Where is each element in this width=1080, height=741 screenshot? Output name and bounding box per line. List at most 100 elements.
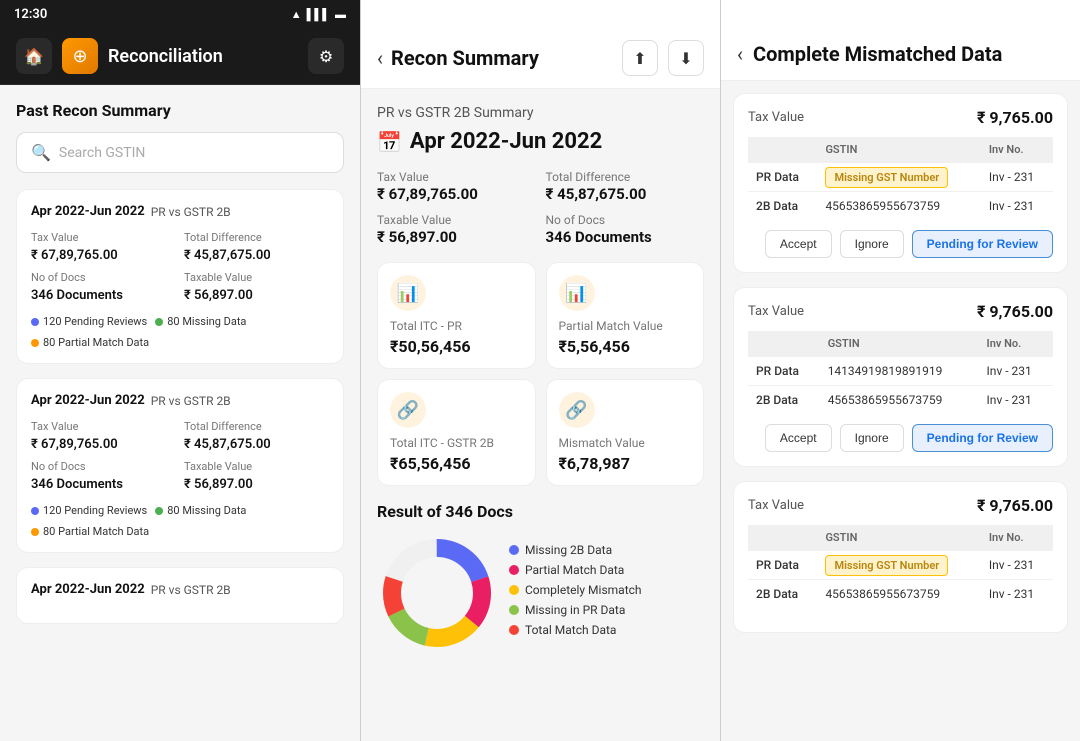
donut-chart <box>377 533 497 653</box>
legend-label-1: Partial Match Data <box>525 563 624 577</box>
pr-inv-3: Inv - 231 <box>981 551 1053 580</box>
legend-dot-pink <box>509 565 519 575</box>
panel2-actions: ⬆ ⬇ <box>622 40 704 76</box>
mismatch-label: Mismatch Value <box>559 436 692 450</box>
itc-grid: 📊 Total ITC - PR ₹50,56,456 📊 Partial Ma… <box>377 262 704 486</box>
status-bar-3: 12:30 ▲ ▌▌▌ ▬ <box>721 0 1080 28</box>
download-button[interactable]: ⬇ <box>668 40 704 76</box>
card2-tax-label: Tax Value <box>31 420 176 433</box>
card3-type: PR vs GSTR 2B <box>151 583 231 597</box>
panel-mismatched: 12:30 ▲ ▌▌▌ ▬ ‹ Complete Mismatched Data… <box>720 0 1080 741</box>
app-title: Reconciliation <box>108 46 223 67</box>
th-empty-1 <box>748 137 817 163</box>
summary-tax-label: Tax Value <box>377 170 536 184</box>
back-button-2[interactable]: ‹ <box>377 46 383 70</box>
pending-button-1[interactable]: Pending for Review <box>912 230 1053 258</box>
card2-grid: Tax Value ₹ 67,89,765.00 Total Differenc… <box>31 420 329 492</box>
ignore-button-1[interactable]: Ignore <box>840 230 904 258</box>
back-button-3[interactable]: ‹ <box>737 42 743 66</box>
card1-grid: Tax Value ₹ 67,89,765.00 Total Differenc… <box>31 231 329 303</box>
signal-icon-3: ▌▌▌ <box>1027 8 1050 21</box>
summary-taxable-value: ₹ 56,897.00 <box>377 228 457 246</box>
wifi-icon: ▲ <box>291 8 302 21</box>
recon-card-1-header: Apr 2022-Jun 2022 PR vs GSTR 2B <box>31 204 329 219</box>
table-row-pr-3: PR Data Missing GST Number Inv - 231 <box>748 551 1053 580</box>
search-input[interactable]: Search GSTIN <box>59 145 145 161</box>
legend-dot-green <box>509 605 519 615</box>
pending-button-2[interactable]: Pending for Review <box>912 424 1053 452</box>
battery-icon: ▬ <box>335 8 346 21</box>
legend-label-4: Total Match Data <box>525 623 616 637</box>
recon-card-2-header: Apr 2022-Jun 2022 PR vs GSTR 2B <box>31 393 329 408</box>
accept-button-2[interactable]: Accept <box>765 424 832 452</box>
card2-tag1: 120 Pending Reviews <box>31 504 147 517</box>
status-icons-2: ▲ ▌▌▌ ▬ <box>651 8 706 21</box>
pr-inv-2: Inv - 231 <box>979 357 1053 386</box>
time-2: 12:30 <box>375 7 408 22</box>
partial-match-icon: 📊 <box>559 275 595 311</box>
legend-dot-red <box>509 625 519 635</box>
status-bar-1: 12:30 ▲ ▌▌▌ ▬ <box>0 0 360 28</box>
tax-amount-1: ₹ 9,765.00 <box>977 108 1053 127</box>
pr-label-2: PR Data <box>748 357 820 386</box>
mismatch-card: 🔗 Mismatch Value ₹6,78,987 <box>546 379 705 486</box>
signal-icon: ▌▌▌ <box>307 8 330 21</box>
time-3: 12:30 <box>735 7 768 22</box>
th-empty-3 <box>748 525 817 551</box>
summary-diff-value: ₹ 45,87,675.00 <box>546 185 647 203</box>
panel2-content: PR vs GSTR 2B Summary 📅 Apr 2022-Jun 202… <box>361 89 720 741</box>
mismatch-card-2: Tax Value ₹ 9,765.00 GSTIN Inv No. PR Da… <box>733 287 1068 467</box>
table-row-pr-2: PR Data 14134919819891919 Inv - 231 <box>748 357 1053 386</box>
card2-docs-value: 346 Documents <box>31 477 123 492</box>
app-header-left: 🏠 ⊕ Reconciliation <box>16 38 223 74</box>
recon-card-3[interactable]: Apr 2022-Jun 2022 PR vs GSTR 2B <box>16 567 344 624</box>
pr-label-1: PR Data <box>748 163 817 192</box>
card2-tag2: 80 Missing Data <box>155 504 246 517</box>
tax-amount-3: ₹ 9,765.00 <box>977 496 1053 515</box>
legend-item-0: Missing 2B Data <box>509 543 704 557</box>
card1-docs-value: 346 Documents <box>31 288 123 303</box>
recon-card-1[interactable]: Apr 2022-Jun 2022 PR vs GSTR 2B Tax Valu… <box>16 189 344 364</box>
pr-gstin-1: Missing GST Number <box>817 163 980 192</box>
mismatch-icon: 🔗 <box>559 392 595 428</box>
legend-item-4: Total Match Data <box>509 623 704 637</box>
panel2-title: Recon Summary <box>391 46 539 70</box>
summary-tax-value: ₹ 67,89,765.00 <box>377 185 478 203</box>
app-header: 🏠 ⊕ Reconciliation ⚙ <box>0 28 360 85</box>
legend-item-3: Missing in PR Data <box>509 603 704 617</box>
missing-gstin-badge-1: Missing GST Number <box>825 167 948 188</box>
section-title: Past Recon Summary <box>16 101 344 120</box>
ignore-button-2[interactable]: Ignore <box>840 424 904 452</box>
itc-pr-value: ₹50,56,456 <box>390 337 523 356</box>
tax-value-row-1: Tax Value ₹ 9,765.00 <box>748 108 1053 127</box>
status-icons-3: ▲ ▌▌▌ ▬ <box>1011 8 1066 21</box>
partial-match-label: Partial Match Value <box>559 319 692 333</box>
summary-subtitle: PR vs GSTR 2B Summary <box>377 105 704 121</box>
settings-button[interactable]: ⚙ <box>308 38 344 74</box>
table-row-b2-3: 2B Data 45653865955673759 Inv - 231 <box>748 580 1053 609</box>
calendar-icon: 📅 <box>377 130 402 154</box>
pr-inv-1: Inv - 231 <box>981 163 1053 192</box>
search-icon: 🔍 <box>31 143 51 162</box>
itc-pr-label: Total ITC - PR <box>390 319 523 333</box>
summary-tax: Tax Value ₹ 67,89,765.00 <box>377 170 536 203</box>
home-button[interactable]: 🏠 <box>16 38 52 74</box>
card1-tags: 120 Pending Reviews 80 Missing Data 80 P… <box>31 315 329 349</box>
search-box[interactable]: 🔍 Search GSTIN <box>16 132 344 173</box>
summary-period: 📅 Apr 2022-Jun 2022 <box>377 129 704 154</box>
share-button[interactable]: ⬆ <box>622 40 658 76</box>
legend-dot-blue <box>509 545 519 555</box>
summary-diff-label: Total Difference <box>546 170 705 184</box>
card1-docs: No of Docs 346 Documents <box>31 271 176 303</box>
data-table-2: GSTIN Inv No. PR Data 14134919819891919 … <box>748 331 1053 414</box>
recon-card-2[interactable]: Apr 2022-Jun 2022 PR vs GSTR 2B Tax Valu… <box>16 378 344 553</box>
panel2-header: ‹ Recon Summary ⬆ ⬇ <box>361 28 720 89</box>
itc-gstr-value: ₹65,56,456 <box>390 454 523 473</box>
card1-tag2: 80 Missing Data <box>155 315 246 328</box>
battery-icon-2: ▬ <box>695 8 706 21</box>
wifi-icon-2: ▲ <box>651 8 662 21</box>
th-gstin-3: GSTIN <box>817 525 980 551</box>
dot-orange-icon <box>31 339 39 347</box>
accept-button-1[interactable]: Accept <box>765 230 832 258</box>
card2-period: Apr 2022-Jun 2022 <box>31 393 145 408</box>
